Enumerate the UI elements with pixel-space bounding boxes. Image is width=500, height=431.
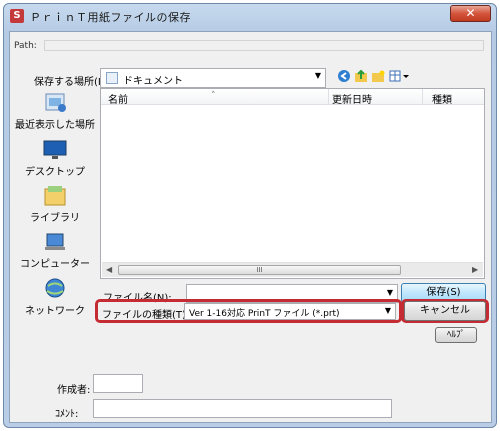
- column-modified[interactable]: 更新日時: [332, 91, 372, 106]
- file-type-value: Ver 1-16対応 PrinT ファイル (*.prt): [189, 309, 340, 319]
- comment-label: ｺﾒﾝﾄ:: [55, 409, 79, 420]
- desktop-icon: [42, 139, 68, 161]
- view-menu-icon[interactable]: [388, 69, 410, 85]
- libraries-icon: [42, 185, 68, 207]
- title-bar[interactable]: S ＰｒｉｎＴ用紙ファイルの保存 ✕: [4, 4, 496, 28]
- chevron-down-icon: ▼: [384, 306, 391, 315]
- place-label: コンピューター: [20, 259, 90, 270]
- place-label: デスクトップ: [25, 167, 85, 178]
- file-list-header: 名前 ˄ 更新日時 種類: [101, 89, 484, 106]
- save-dialog: S ＰｒｉｎＴ用紙ファイルの保存 ✕ Path: 保存する場所(I): ドキュメ…: [3, 3, 497, 428]
- place-computer[interactable]: コンピューター: [14, 231, 96, 270]
- window-title: ＰｒｉｎＴ用紙ファイルの保存: [30, 11, 191, 24]
- place-label: ライブラリ: [30, 213, 80, 224]
- save-in-label: 保存する場所(I):: [34, 77, 109, 88]
- file-type-label: ファイルの種類(T):: [102, 310, 190, 321]
- place-libraries[interactable]: ライブラリ: [14, 185, 96, 224]
- up-folder-icon[interactable]: [353, 69, 369, 85]
- place-recent[interactable]: 最近表示した場所: [14, 92, 96, 131]
- documents-folder-icon: [106, 72, 118, 84]
- computer-icon: [42, 231, 68, 253]
- close-button[interactable]: ✕: [450, 5, 491, 22]
- chevron-down-icon: ▼: [314, 71, 321, 80]
- file-type-dropdown[interactable]: Ver 1-16対応 PrinT ファイル (*.prt) ▼: [184, 303, 396, 320]
- scroll-left-icon[interactable]: ◀: [106, 265, 112, 274]
- column-type[interactable]: 種類: [432, 91, 452, 106]
- recent-places-icon: [42, 92, 68, 114]
- column-divider[interactable]: [422, 89, 423, 105]
- place-desktop[interactable]: デスクトップ: [14, 139, 96, 178]
- place-label: 最近表示した場所: [15, 120, 95, 131]
- cancel-highlight: キャンセル: [401, 299, 489, 323]
- path-field: [44, 40, 484, 51]
- file-list[interactable]: 名前 ˄ 更新日時 種類 ◀ III ▶: [100, 88, 485, 279]
- new-folder-icon[interactable]: [370, 69, 386, 85]
- network-icon: [42, 278, 68, 300]
- place-network[interactable]: ネットワーク: [14, 278, 96, 317]
- help-button[interactable]: ﾍﾙﾌﾟ: [435, 327, 477, 343]
- dialog-body: Path: 保存する場所(I): ドキュメント ▼ 最近表示した場所 デスクトッ…: [9, 31, 492, 423]
- scroll-thumb[interactable]: III: [118, 265, 401, 275]
- place-label: ネットワーク: [25, 306, 85, 317]
- column-name[interactable]: 名前: [108, 91, 128, 106]
- app-icon: S: [10, 9, 24, 23]
- author-input[interactable]: [93, 374, 143, 393]
- author-label: 作成者:: [57, 385, 91, 396]
- chevron-down-icon[interactable]: ▼: [387, 288, 393, 297]
- comment-input[interactable]: [93, 399, 392, 418]
- column-divider[interactable]: [328, 89, 329, 105]
- horizontal-scrollbar[interactable]: ◀ III ▶: [102, 262, 483, 277]
- file-type-highlight: ファイルの種類(T): Ver 1-16対応 PrinT ファイル (*.prt…: [95, 299, 402, 323]
- path-label: Path:: [14, 41, 37, 51]
- save-in-dropdown[interactable]: ドキュメント ▼: [100, 68, 326, 88]
- save-in-value: ドキュメント: [123, 76, 183, 87]
- scroll-right-icon[interactable]: ▶: [472, 265, 478, 274]
- back-icon[interactable]: [336, 69, 352, 85]
- sort-indicator-icon: ˄: [211, 91, 216, 101]
- cancel-button[interactable]: キャンセル: [404, 301, 486, 321]
